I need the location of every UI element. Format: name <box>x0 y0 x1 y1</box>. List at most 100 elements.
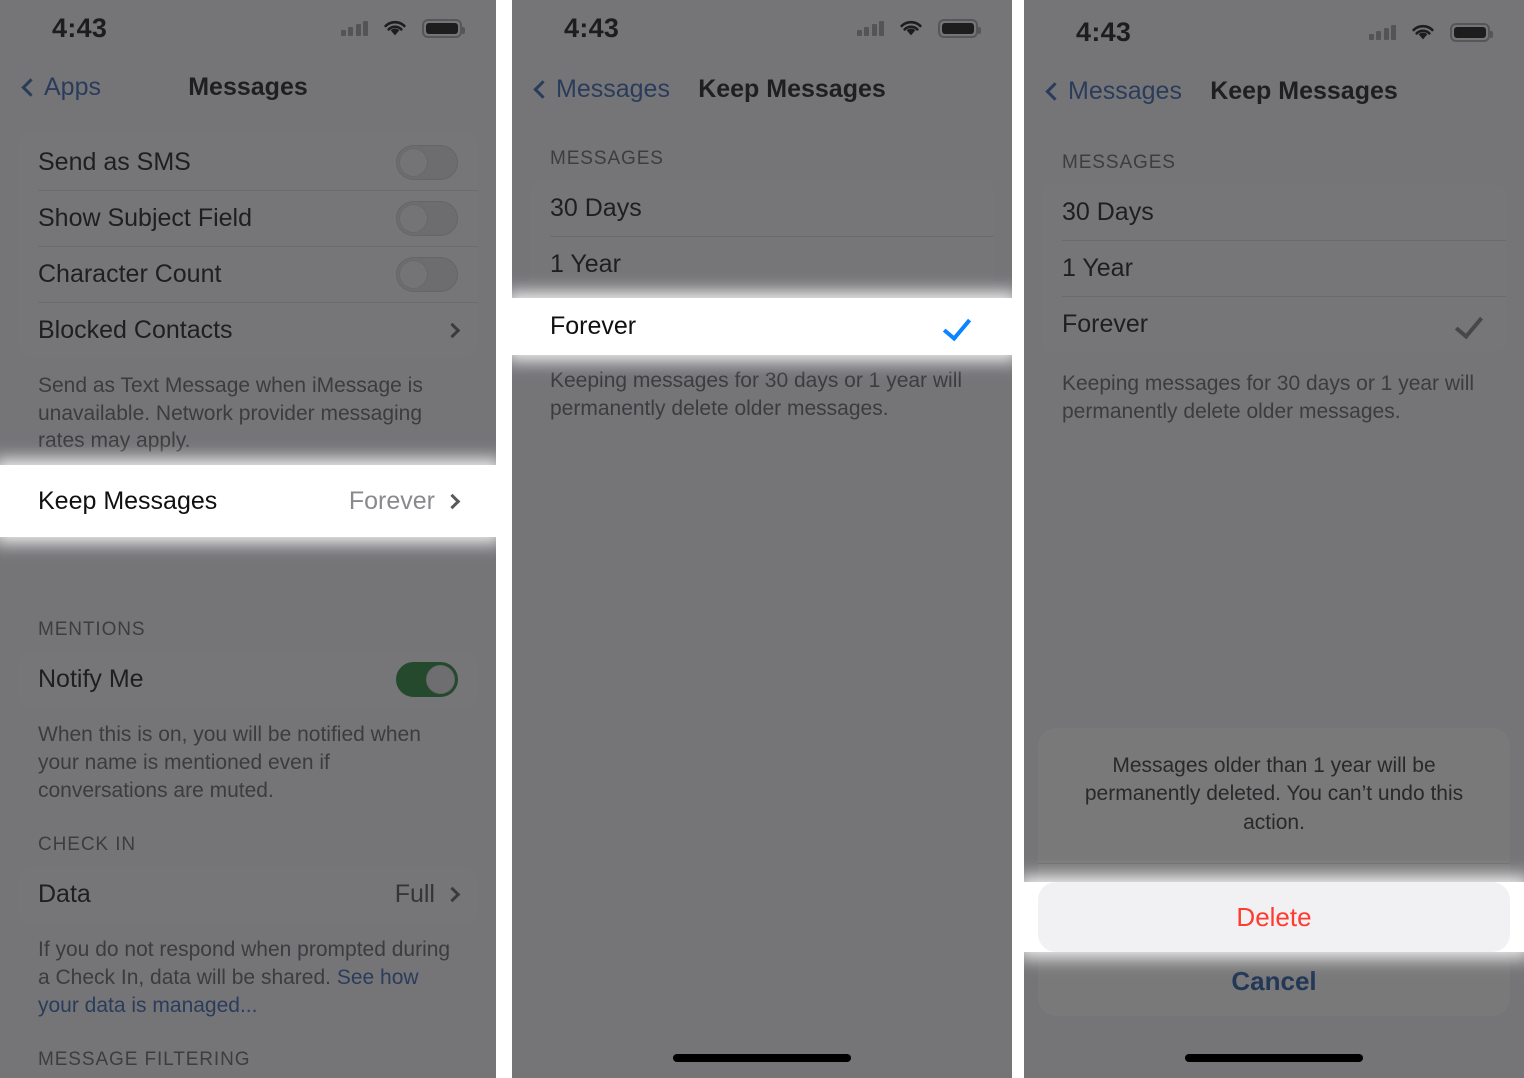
footnote-keep-messages: Keeping messages for 30 days or 1 year w… <box>550 369 963 420</box>
toggle-show-subject-field[interactable] <box>396 200 458 236</box>
row-data[interactable]: Data Full <box>18 866 478 923</box>
row-send-as-sms[interactable]: Send as SMS <box>18 134 478 190</box>
back-button-label: Apps <box>44 72 101 101</box>
chevron-right-icon <box>444 886 461 903</box>
status-bar: 4:43 <box>512 0 1012 56</box>
row-label: Data <box>38 879 91 908</box>
action-sheet: Messages older than 1 year will be perma… <box>1024 727 1524 1016</box>
highlight-band-forever: Forever <box>512 298 1012 355</box>
phone-panel-3: 4:43 Messages Keep Messages MESSAGES 30 … <box>1024 0 1524 1078</box>
section-header-messages: MESSAGES <box>1062 152 1176 173</box>
wifi-icon <box>384 21 406 36</box>
status-bar-time: 4:43 <box>1076 16 1132 47</box>
wifi-icon <box>1412 25 1434 40</box>
status-bar: 4:43 <box>0 0 496 56</box>
chevron-right-icon <box>444 322 461 338</box>
status-bar: 4:43 <box>1024 0 1524 56</box>
chevron-right-icon <box>444 493 461 509</box>
action-sheet-cancel-card: Cancel <box>1038 946 1510 1016</box>
home-indicator <box>673 1054 851 1062</box>
action-sheet-message: Messages older than 1 year will be perma… <box>1084 753 1464 834</box>
chevron-left-icon <box>1045 81 1064 101</box>
cellular-signal-icon <box>340 20 368 36</box>
row-notify-me[interactable]: Notify Me <box>18 651 478 708</box>
status-bar-time: 4:43 <box>52 12 108 43</box>
checkmark-icon <box>1454 309 1484 339</box>
cancel-button[interactable]: Cancel <box>1038 946 1510 1016</box>
highlight-band-keep-messages: Keep Messages Forever <box>0 465 496 537</box>
option-1-year[interactable]: 1 Year <box>1042 240 1506 296</box>
option-30-days[interactable]: 30 Days <box>530 180 994 236</box>
row-label: Blocked Contacts <box>38 315 233 344</box>
phone-screen-2: 4:43 Messages Keep Messages MESSAGES 30 … <box>512 0 1012 1078</box>
toggle-send-as-sms[interactable] <box>396 144 458 180</box>
settings-group-imessage: Send as SMS Show Subject Field Character… <box>18 134 478 358</box>
navigation-bar: Messages Keep Messages <box>1024 56 1524 126</box>
toggle-notify-me[interactable] <box>396 661 458 697</box>
section-header-check-in: CHECK IN <box>38 834 136 856</box>
option-30-days[interactable]: 30 Days <box>1042 184 1506 240</box>
panel-gap-2 <box>1012 0 1024 1078</box>
home-indicator <box>1185 1054 1363 1062</box>
option-label: 30 Days <box>550 193 642 222</box>
navigation-bar: Apps Messages <box>0 56 496 118</box>
keep-messages-options-group: 30 Days 1 Year Forever <box>1042 184 1506 352</box>
highlight-band-delete: Delete <box>1024 882 1524 952</box>
option-forever[interactable]: Forever <box>1042 296 1506 352</box>
row-value: Forever <box>348 486 435 515</box>
option-label: Forever <box>1062 309 1149 338</box>
status-bar-indicators <box>856 18 981 38</box>
option-label: 1 Year <box>1062 253 1133 282</box>
option-forever[interactable]: Forever <box>530 298 994 355</box>
option-label: 1 Year <box>550 249 621 278</box>
chevron-left-icon <box>21 77 40 97</box>
status-bar-indicators <box>340 18 465 38</box>
phone-panel-1: 4:43 Apps Messages Send as SMS Show Subj… <box>0 0 496 1078</box>
row-label: Character Count <box>38 259 222 288</box>
back-button-label: Messages <box>1068 76 1182 105</box>
section-header-messages: MESSAGES <box>550 148 664 169</box>
back-button-label: Messages <box>556 74 670 103</box>
row-character-count[interactable]: Character Count <box>18 246 478 302</box>
phone-screen-3: 4:43 Messages Keep Messages MESSAGES 30 … <box>1024 0 1524 1078</box>
footnote-check-in: If you do not respond when prompted duri… <box>0 922 496 1019</box>
row-keep-messages[interactable]: Keep Messages Forever <box>18 465 478 537</box>
footnote-mentions: When this is on, you will be notified wh… <box>38 723 421 802</box>
row-label: Keep Messages <box>38 486 218 515</box>
row-value: Full <box>394 879 435 908</box>
back-button-messages[interactable]: Messages <box>1042 77 1182 106</box>
section-header-mentions: MENTIONS <box>38 619 146 641</box>
messages-settings-screen: 4:43 Apps Messages Send as SMS Show Subj… <box>0 0 496 1078</box>
row-label: Send as SMS <box>38 147 191 176</box>
cellular-signal-icon <box>1368 24 1396 40</box>
screenshot-stage: 4:43 Apps Messages Send as SMS Show Subj… <box>0 0 1524 1078</box>
settings-group-check-in: Data Full <box>18 866 478 923</box>
navigation-bar: Messages Keep Messages <box>512 56 1012 122</box>
row-label: Notify Me <box>38 664 144 693</box>
row-blocked-contacts[interactable]: Blocked Contacts <box>18 302 478 358</box>
footnote-keep-messages: Keeping messages for 30 days or 1 year w… <box>1062 372 1475 423</box>
delete-button-label: Delete <box>1236 901 1312 932</box>
battery-icon <box>1450 22 1493 42</box>
footnote-imessage: Send as Text Message when iMessage is un… <box>38 374 423 453</box>
delete-button[interactable]: Delete <box>1038 882 1510 952</box>
option-1-year[interactable]: 1 Year <box>530 236 994 292</box>
wifi-icon <box>900 21 922 36</box>
option-label: Forever <box>550 312 637 340</box>
toggle-character-count[interactable] <box>396 256 458 292</box>
panel-gap-1 <box>496 0 512 1078</box>
battery-icon <box>422 18 465 38</box>
phone-screen-1: 4:43 Apps Messages Send as SMS Show Subj… <box>0 0 496 1078</box>
keep-messages-screen: 4:43 Messages Keep Messages MESSAGES 30 … <box>512 0 1012 1078</box>
battery-icon <box>938 18 981 38</box>
back-button-apps[interactable]: Apps <box>18 73 101 102</box>
row-show-subject-field[interactable]: Show Subject Field <box>18 190 478 246</box>
phone-panel-2: 4:43 Messages Keep Messages MESSAGES 30 … <box>512 0 1012 1078</box>
option-label: 30 Days <box>1062 197 1154 226</box>
checkmark-icon <box>942 311 972 342</box>
divider <box>1038 863 1510 864</box>
chevron-left-icon <box>533 79 552 99</box>
back-button-messages[interactable]: Messages <box>530 75 670 104</box>
status-bar-time: 4:43 <box>564 12 620 43</box>
row-label: Show Subject Field <box>38 203 253 232</box>
